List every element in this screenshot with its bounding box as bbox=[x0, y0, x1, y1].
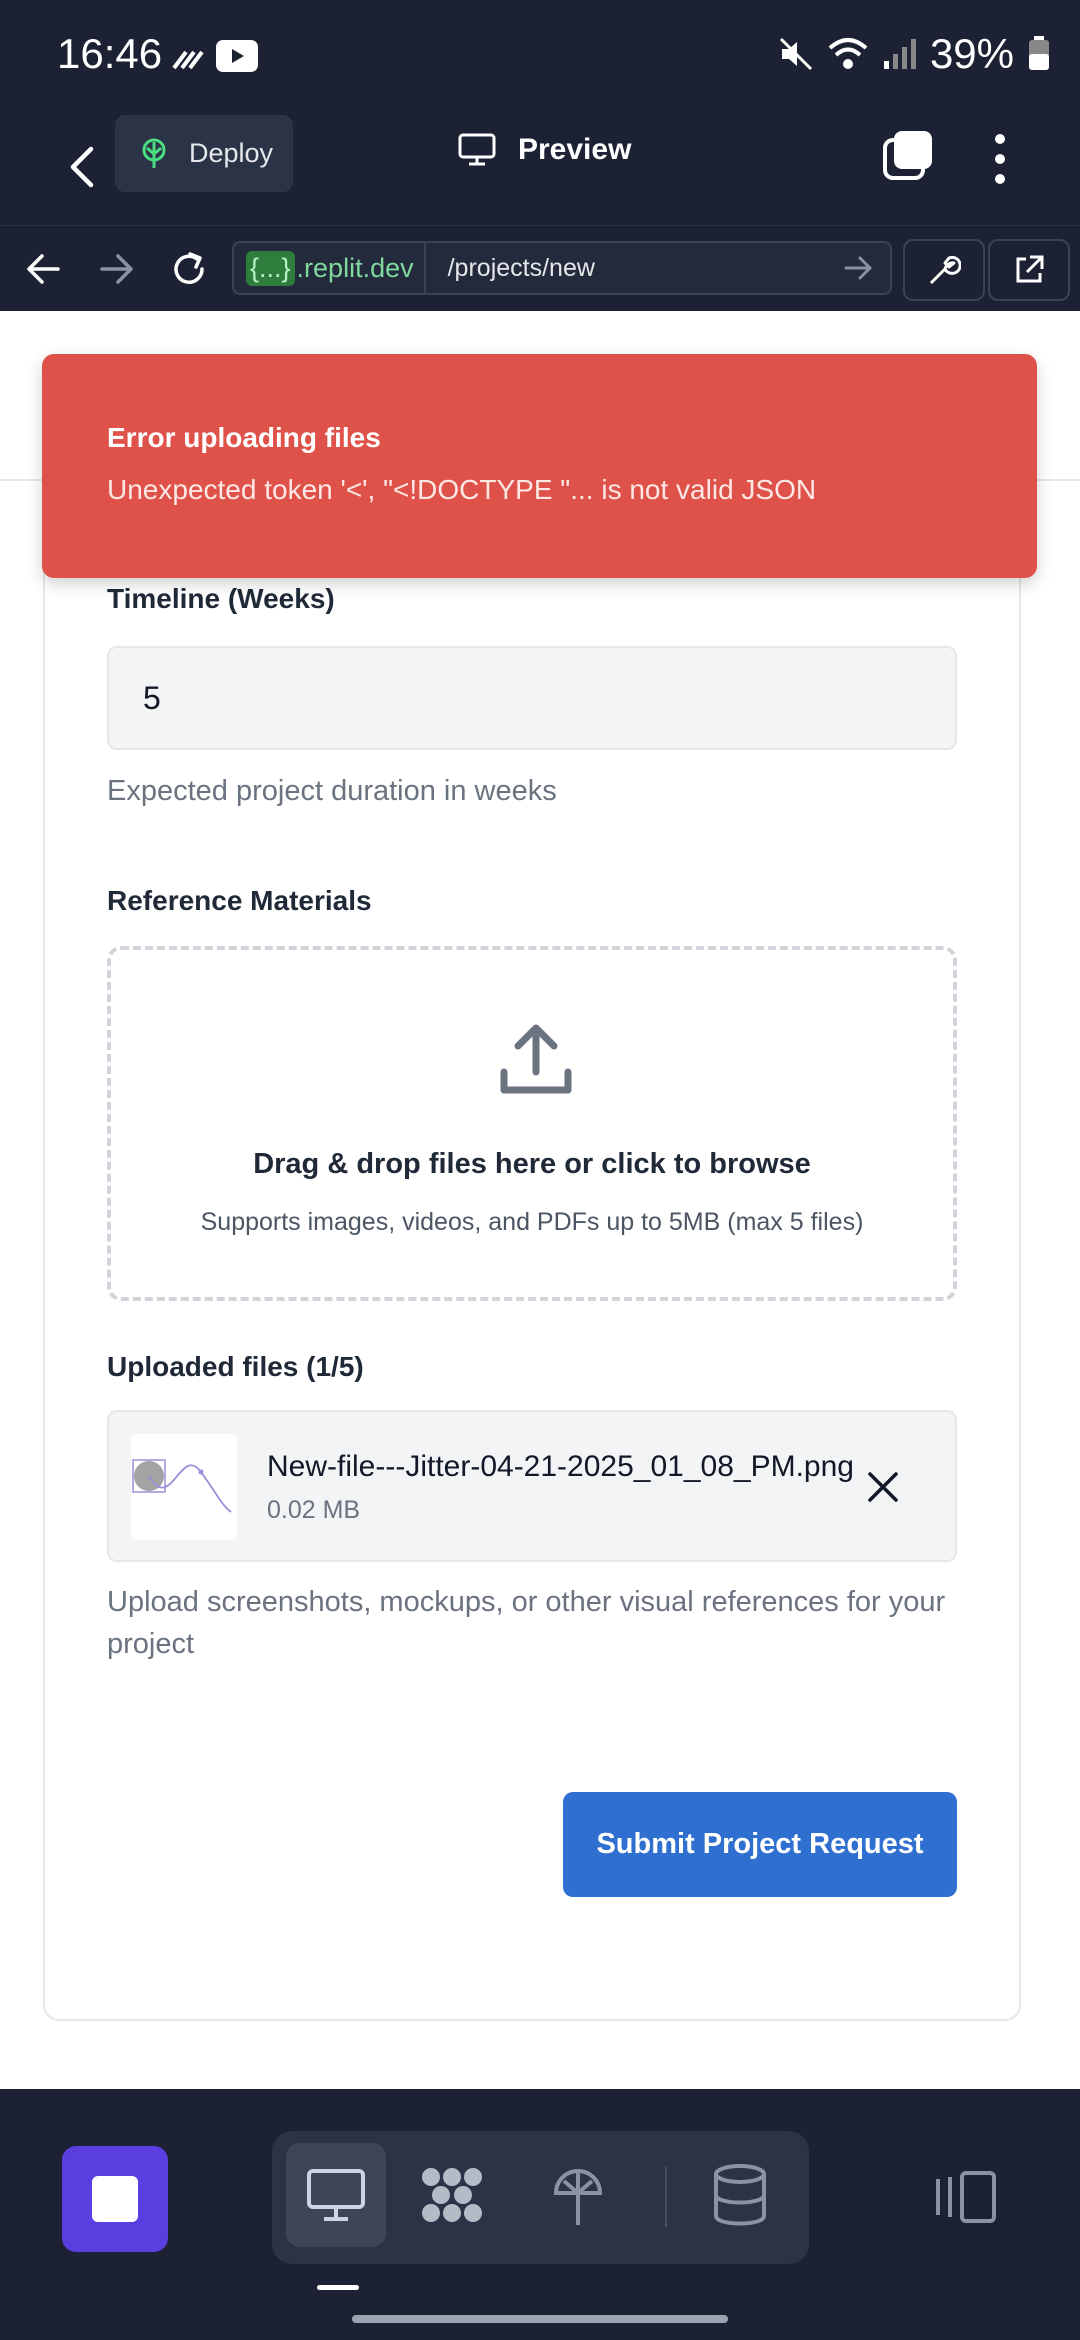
deploy-button[interactable]: Deploy bbox=[115, 115, 293, 192]
youtube-icon bbox=[216, 40, 258, 72]
browser-forward-icon[interactable] bbox=[96, 248, 138, 290]
url-bar: {...} .replit.dev /projects/new bbox=[0, 225, 1080, 311]
go-arrow-icon[interactable] bbox=[838, 248, 878, 288]
address-field[interactable]: {...} .replit.dev /projects/new bbox=[232, 241, 892, 295]
open-external-button[interactable] bbox=[988, 239, 1070, 301]
url-path: /projects/new bbox=[447, 253, 595, 282]
panel-toggle-icon[interactable] bbox=[930, 2169, 998, 2225]
toast-title: Error uploading files bbox=[107, 422, 381, 453]
file-thumbnail bbox=[131, 1434, 237, 1540]
back-arrow-icon[interactable] bbox=[55, 137, 115, 197]
dropzone-title: Drag & drop files here or click to brows… bbox=[253, 1148, 811, 1180]
reference-label: Reference Materials bbox=[107, 885, 372, 916]
file-name: New-file---Jitter-04-21-2025_01_08_PM.pn… bbox=[267, 1450, 854, 1483]
url-host: {...} .replit.dev bbox=[240, 243, 426, 293]
error-toast[interactable]: Error uploading files Unexpected token '… bbox=[42, 354, 1037, 578]
status-time: 16:46 bbox=[57, 30, 163, 77]
monitor-icon bbox=[458, 133, 496, 166]
preview-label: Preview bbox=[518, 133, 632, 166]
upload-icon bbox=[500, 1024, 572, 1094]
more-options-icon[interactable] bbox=[990, 133, 1010, 185]
wrench-icon bbox=[929, 255, 961, 285]
data-activity-icon bbox=[172, 50, 204, 70]
stop-icon bbox=[92, 2176, 138, 2222]
signal-icon bbox=[883, 39, 916, 69]
timeline-input[interactable]: 5 bbox=[107, 646, 957, 750]
nav-divider bbox=[665, 2167, 667, 2227]
uploaded-files-label: Uploaded files (1/5) bbox=[107, 1351, 364, 1382]
workspace-icon bbox=[422, 2168, 482, 2222]
file-dropzone[interactable]: Drag & drop files here or click to brows… bbox=[107, 946, 957, 1301]
reference-helper: Upload screenshots, mockups, or other vi… bbox=[107, 1586, 946, 1660]
bottom-nav bbox=[272, 2131, 809, 2264]
url-host-domain: .replit.dev bbox=[296, 252, 414, 283]
nav-deploy[interactable] bbox=[528, 2143, 628, 2247]
file-size: 0.02 MB bbox=[267, 1496, 361, 1524]
bottom-bar bbox=[0, 2089, 1080, 2340]
status-indicators: 39% bbox=[778, 30, 1050, 78]
file-preview-image bbox=[132, 1459, 232, 1513]
active-indicator bbox=[317, 2285, 359, 2290]
wifi-icon bbox=[828, 38, 868, 69]
timeline-label: Timeline (Weeks) bbox=[107, 583, 335, 614]
external-link-icon bbox=[1016, 255, 1044, 283]
url-host-brace: {...} bbox=[246, 250, 295, 286]
reload-icon[interactable] bbox=[168, 248, 210, 290]
database-icon bbox=[714, 2164, 766, 2226]
tabs-icon[interactable] bbox=[882, 129, 934, 181]
nav-database[interactable] bbox=[690, 2143, 790, 2247]
remove-file-icon[interactable] bbox=[865, 1469, 901, 1505]
uploaded-file-item: New-file---Jitter-04-21-2025_01_08_PM.pn… bbox=[107, 1410, 957, 1562]
toast-message: Unexpected token '<', "<!DOCTYPE "... is… bbox=[107, 474, 817, 505]
home-indicator[interactable] bbox=[352, 2315, 728, 2323]
nav-preview[interactable] bbox=[286, 2143, 386, 2247]
submit-project-button[interactable]: Submit Project Request bbox=[563, 1792, 957, 1897]
status-bar: 16:46 39% bbox=[0, 0, 1080, 115]
mute-icon bbox=[779, 37, 812, 71]
stop-button[interactable] bbox=[62, 2146, 168, 2252]
dropzone-subtitle: Supports images, videos, and PDFs up to … bbox=[200, 1208, 864, 1236]
preview-title: Preview bbox=[458, 133, 631, 167]
deploy-label: Deploy bbox=[189, 138, 274, 168]
deploy-icon bbox=[553, 2169, 603, 2225]
nav-workspace[interactable] bbox=[402, 2143, 502, 2247]
app-bar: Deploy Preview bbox=[0, 115, 1080, 225]
deploy-icon bbox=[142, 138, 166, 168]
devtools-button[interactable] bbox=[903, 239, 985, 301]
browser-back-icon[interactable] bbox=[22, 248, 64, 290]
battery-icon bbox=[1029, 36, 1049, 70]
timeline-helper: Expected project duration in weeks bbox=[107, 775, 557, 807]
battery-percent: 39% bbox=[929, 30, 1014, 77]
monitor-icon bbox=[307, 2169, 365, 2221]
